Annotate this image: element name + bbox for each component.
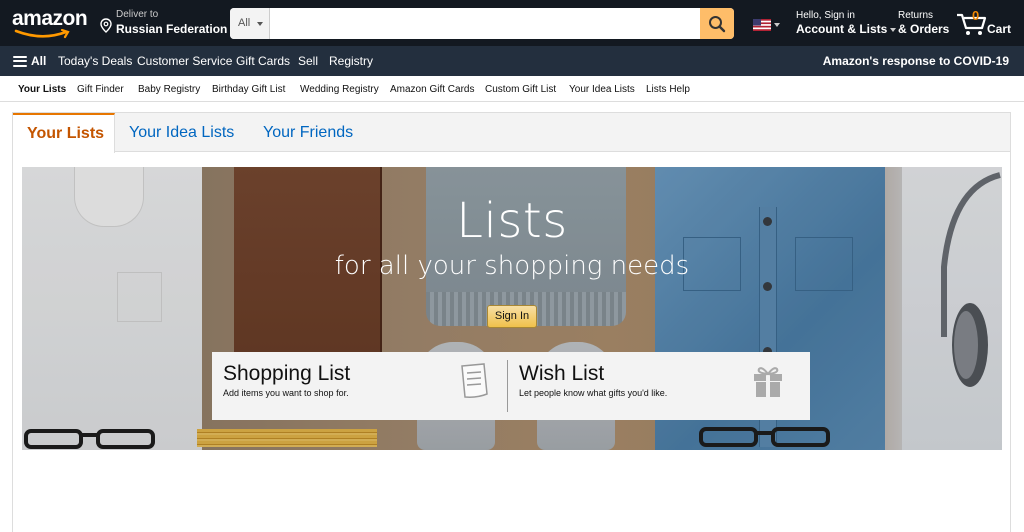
- all-menu-button[interactable]: All: [13, 54, 46, 68]
- account-greeting: Hello, Sign in: [796, 10, 855, 21]
- smile-arrow-icon: [14, 29, 70, 39]
- shopping-list-card[interactable]: Shopping List Add items you want to shop…: [212, 352, 507, 420]
- chevron-down-icon: [257, 22, 263, 26]
- returns-label: Returns: [898, 10, 934, 21]
- orders-label: & Orders: [898, 22, 950, 36]
- subnav-birthday-gift-list[interactable]: Birthday Gift List: [212, 84, 285, 95]
- subnav-amazon-gift-cards[interactable]: Amazon Gift Cards: [390, 84, 474, 95]
- returns-and-orders[interactable]: Returns & Orders: [898, 10, 949, 36]
- search-bar: All: [230, 8, 734, 39]
- nav-item-sell[interactable]: Sell: [298, 54, 318, 68]
- account-label-text: Account & Lists: [796, 22, 888, 36]
- all-label: All: [31, 54, 47, 68]
- subnav-your-lists[interactable]: Your Lists: [18, 84, 66, 95]
- chevron-down-icon: [774, 23, 780, 27]
- amazon-logo[interactable]: amazon: [12, 7, 90, 39]
- list-type-cards: Shopping List Add items you want to shop…: [212, 352, 810, 420]
- search-input[interactable]: [270, 8, 700, 39]
- account-label: Account & Lists: [796, 22, 897, 36]
- cart-button[interactable]: 0 Cart: [956, 8, 1016, 38]
- top-nav-bar: amazon Deliver to Russian Federation All: [0, 0, 1024, 46]
- location-pin-icon: [100, 18, 112, 33]
- subnav-custom-gift-list[interactable]: Custom Gift List: [485, 84, 556, 95]
- hero-title: Lists: [456, 193, 568, 249]
- tab-your-friends[interactable]: Your Friends: [263, 113, 353, 153]
- lists-sub-nav: Your Lists Gift Finder Baby Registry Bir…: [0, 76, 1024, 102]
- tab-bar: Your Lists Your Idea Lists Your Friends: [13, 113, 1010, 153]
- logo-text: amazon: [12, 7, 88, 30]
- shopping-list-desc: Add items you want to shop for.: [223, 388, 349, 398]
- cart-label: Cart: [987, 22, 1012, 36]
- gift-icon: [754, 367, 782, 397]
- nav-item-todays-deals[interactable]: Today's Deals: [58, 54, 132, 68]
- search-button[interactable]: [700, 8, 734, 39]
- nav-item-registry[interactable]: Registry: [329, 54, 373, 68]
- lists-hero-banner: Lists for all your shopping needs Sign I…: [22, 167, 1002, 450]
- subnav-your-idea-lists[interactable]: Your Idea Lists: [569, 84, 635, 95]
- us-flag-icon: [753, 19, 771, 31]
- search-icon: [709, 15, 726, 32]
- notepad-icon: [461, 363, 488, 398]
- nav-item-gift-cards[interactable]: Gift Cards: [236, 54, 290, 68]
- account-and-lists[interactable]: Hello, Sign in Account & Lists: [796, 10, 897, 36]
- subnav-baby-registry[interactable]: Baby Registry: [138, 84, 200, 95]
- hero-subtitle: for all your shopping needs: [334, 251, 690, 281]
- language-selector[interactable]: [753, 18, 781, 32]
- subnav-wedding-registry[interactable]: Wedding Registry: [300, 84, 379, 95]
- deliver-label: Deliver to: [116, 9, 159, 20]
- sign-in-button[interactable]: Sign In: [487, 305, 537, 328]
- shopping-list-title: Shopping List: [223, 362, 351, 385]
- hamburger-icon: [13, 55, 27, 67]
- wish-list-card[interactable]: Wish List Let people know what gifts you…: [508, 352, 810, 420]
- tab-your-lists[interactable]: Your Lists: [13, 113, 115, 153]
- tab-your-idea-lists[interactable]: Your Idea Lists: [129, 113, 234, 153]
- covid-response-link[interactable]: Amazon's response to COVID-19: [823, 54, 1009, 68]
- cart-count: 0: [972, 8, 980, 23]
- chevron-down-icon: [890, 27, 897, 32]
- subnav-lists-help[interactable]: Lists Help: [646, 84, 690, 95]
- wish-list-desc: Let people know what gifts you'd like.: [519, 388, 668, 398]
- deliver-location: Russian Federation: [116, 22, 228, 36]
- subnav-gift-finder[interactable]: Gift Finder: [77, 84, 124, 95]
- search-category-label: All: [238, 17, 251, 29]
- nav-item-customer-service[interactable]: Customer Service: [137, 54, 232, 68]
- search-category-select[interactable]: All: [230, 8, 270, 39]
- main-nav-bar: All Today's Deals Customer Service Gift …: [0, 46, 1024, 76]
- wish-list-title: Wish List: [519, 362, 605, 385]
